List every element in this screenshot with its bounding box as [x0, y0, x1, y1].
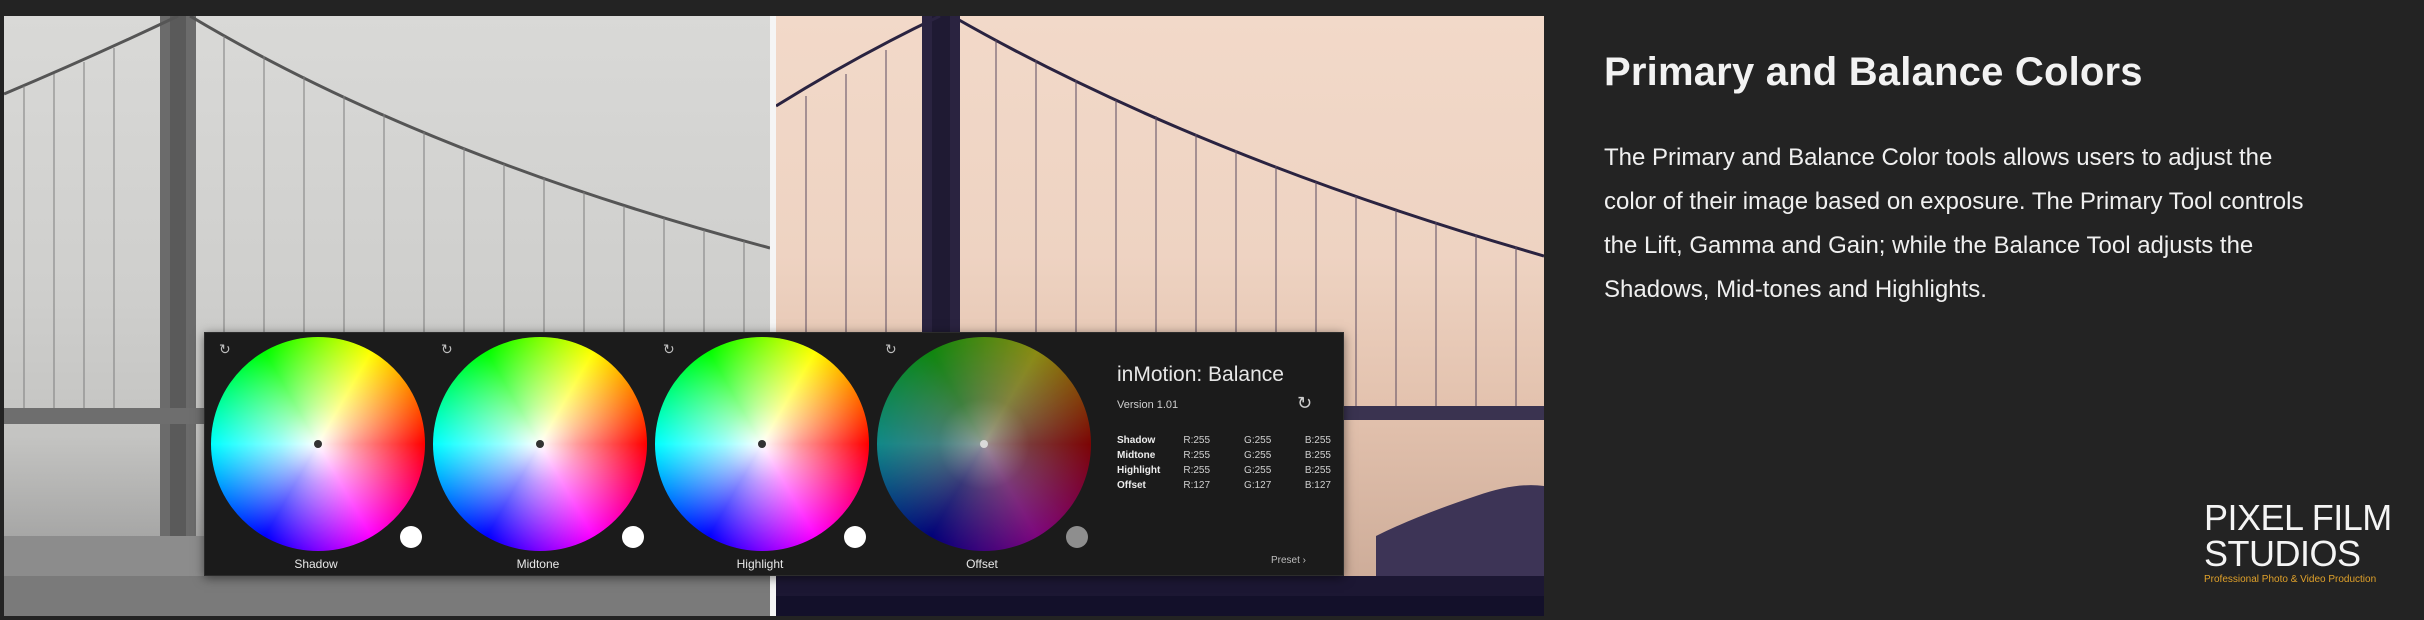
wheel-label: Offset	[966, 557, 998, 571]
table-row: Offset R:127 G:127 B:127	[1117, 478, 1343, 493]
reset-icon[interactable]: ↻	[219, 343, 233, 357]
section-description: The Primary and Balance Color tools allo…	[1604, 144, 2304, 303]
wheel-center-dot[interactable]	[980, 440, 988, 448]
offset-intensity-knob[interactable]	[1066, 526, 1088, 548]
highlight-intensity-knob[interactable]	[844, 526, 866, 548]
highlight-color-wheel[interactable]	[655, 337, 869, 551]
green-value: G:127	[1244, 480, 1272, 491]
blue-value: B:127	[1304, 480, 1331, 491]
green-value: G:255	[1244, 465, 1272, 476]
green-value: G:255	[1244, 450, 1272, 461]
wheel-shadow: ↻ Shadow	[205, 333, 427, 575]
wheel-center-dot[interactable]	[314, 440, 322, 448]
red-value: R:255	[1183, 450, 1211, 461]
reset-icon[interactable]: ↻	[663, 343, 677, 357]
blue-value: B:255	[1304, 435, 1331, 446]
midtone-color-wheel[interactable]	[433, 337, 647, 551]
wheel-label: Shadow	[294, 557, 338, 571]
wheel-offset: ↻ Offset	[871, 333, 1093, 575]
blue-value: B:255	[1304, 450, 1331, 461]
refresh-icon[interactable]: ↻	[1297, 393, 1312, 414]
midtone-intensity-knob[interactable]	[622, 526, 644, 548]
red-value: R:127	[1183, 480, 1211, 491]
red-value: R:255	[1183, 465, 1211, 476]
row-name: Midtone	[1117, 450, 1156, 461]
logo-line-1: PIXEL FILM	[2204, 497, 2392, 538]
table-row: Highlight R:255 G:255 B:255	[1117, 463, 1343, 478]
shadow-intensity-knob[interactable]	[400, 526, 422, 548]
before-after-image: ↻ Shadow ↻ Midtone ↻ Highlight ↻ Offset …	[4, 16, 1544, 616]
balance-plugin-panel: ↻ Shadow ↻ Midtone ↻ Highlight ↻ Offset …	[204, 332, 1344, 576]
plugin-title: inMotion: Balance	[1117, 363, 1284, 386]
row-name: Shadow	[1117, 435, 1156, 446]
pixel-film-studios-logo: PIXEL FILM STUDIOS Professional Photo & …	[2204, 497, 2394, 586]
row-name: Highlight	[1117, 465, 1161, 476]
table-row: Shadow R:255 G:255 B:255	[1117, 433, 1343, 448]
wheel-label: Midtone	[516, 557, 560, 571]
wheel-center-dot[interactable]	[758, 440, 766, 448]
reset-icon[interactable]: ↻	[441, 343, 455, 357]
wheel-midtone: ↻ Midtone	[427, 333, 649, 575]
wheel-highlight: ↻ Highlight	[649, 333, 871, 575]
wheel-center-dot[interactable]	[536, 440, 544, 448]
row-name: Offset	[1117, 480, 1146, 491]
wheel-label: Highlight	[736, 557, 784, 571]
preset-button[interactable]: Preset ›	[1271, 555, 1306, 566]
red-value: R:255	[1183, 435, 1211, 446]
logo-tagline: Professional Photo & Video Production	[2204, 574, 2377, 585]
plugin-version: Version 1.01	[1117, 399, 1179, 411]
green-value: G:255	[1244, 435, 1272, 446]
blue-value: B:255	[1304, 465, 1331, 476]
section-heading: Primary and Balance Colors	[1604, 50, 2143, 94]
logo-line-2: STUDIOS	[2204, 533, 2361, 574]
reset-icon[interactable]: ↻	[885, 343, 899, 357]
table-row: Midtone R:255 G:255 B:255	[1117, 448, 1343, 463]
offset-color-wheel[interactable]	[877, 337, 1091, 551]
shadow-color-wheel[interactable]	[211, 337, 425, 551]
rgb-values-table: Shadow R:255 G:255 B:255 Midtone R:255 G…	[1117, 433, 1343, 493]
